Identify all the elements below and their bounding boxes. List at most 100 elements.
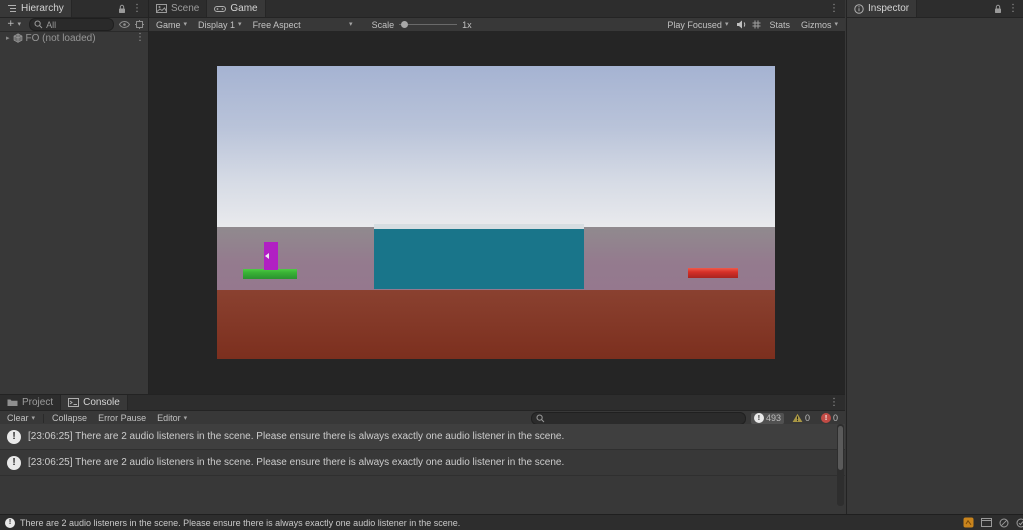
status-icons bbox=[963, 517, 1023, 528]
tab-label: Console bbox=[83, 397, 120, 408]
tab-game[interactable]: Game bbox=[207, 0, 266, 17]
status-message[interactable]: There are 2 audio listeners in the scene… bbox=[20, 518, 958, 528]
info-filter-toggle[interactable]: ! 493 bbox=[750, 412, 784, 424]
game-tabbar: Scene Game ⋮ bbox=[149, 0, 845, 18]
caret-down-icon: ▾ bbox=[349, 20, 353, 28]
scene-view-icon bbox=[156, 4, 167, 13]
unity-editor: { "icons": { "kebab": "⋮", "caret": "▾",… bbox=[0, 0, 1023, 530]
gamepad-icon bbox=[214, 5, 227, 13]
scale-label: Scale bbox=[371, 19, 395, 30]
editor-dropdown[interactable]: Editor ▾ bbox=[154, 413, 190, 423]
game-render[interactable] bbox=[217, 66, 775, 359]
game-menu-dropdown[interactable]: Game ▾ bbox=[153, 20, 190, 30]
console-search-field[interactable] bbox=[530, 411, 746, 425]
mute-audio-icon[interactable] bbox=[736, 20, 747, 29]
cache-server-disabled-icon[interactable] bbox=[999, 518, 1009, 528]
hierarchy-panel: Hierarchy ⋮ + ▾ All ▸ FO (not loaded) ⋮ bbox=[0, 0, 149, 394]
sky bbox=[217, 66, 775, 227]
stats-button[interactable]: Stats bbox=[766, 20, 793, 30]
info-icon: ! bbox=[5, 517, 15, 528]
hierarchy-icon bbox=[7, 4, 17, 13]
scene-item-label: FO (not loaded) bbox=[25, 32, 96, 44]
aspect-dropdown[interactable]: Free Aspect ▾ bbox=[250, 20, 356, 30]
caret-down-icon: ▾ bbox=[17, 20, 22, 28]
log-text: [23:06:25] There are 2 audio listeners i… bbox=[28, 457, 565, 468]
folder-icon bbox=[7, 398, 18, 407]
error-filter-toggle[interactable]: ! 0 bbox=[818, 413, 841, 424]
inspector-panel: Inspector ⋮ bbox=[846, 0, 1023, 514]
caret-down-icon: ▾ bbox=[724, 20, 729, 28]
item-kebab-icon[interactable]: ⋮ bbox=[135, 33, 145, 43]
lock-icon[interactable] bbox=[994, 4, 1002, 14]
collapse-button[interactable]: Collapse bbox=[49, 413, 90, 423]
search-icon bbox=[536, 414, 545, 423]
log-text: [23:06:25] There are 2 audio listeners i… bbox=[28, 431, 565, 442]
status-bar: ! There are 2 audio listeners in the sce… bbox=[0, 514, 1023, 530]
scale-slider[interactable] bbox=[399, 20, 458, 29]
tab-label: Inspector bbox=[868, 3, 910, 14]
hierarchy-toolbar: + ▾ All bbox=[0, 18, 148, 32]
console-log-entry[interactable]: ! [23:06:25] There are 2 audio listeners… bbox=[0, 450, 845, 476]
tabbar-spacer bbox=[72, 0, 112, 17]
scene-asset-icon bbox=[13, 33, 23, 43]
info-icon: ! bbox=[7, 429, 21, 444]
game-toolbar: Game ▾ Display 1 ▾ Free Aspect ▾ Scale 1… bbox=[149, 18, 845, 32]
error-pause-button[interactable]: Error Pause bbox=[95, 413, 149, 423]
expander-icon[interactable]: ▸ bbox=[6, 34, 10, 42]
progress-complete-icon[interactable] bbox=[1016, 518, 1023, 528]
scrollbar-thumb[interactable] bbox=[838, 426, 843, 470]
console-tabbar: Project Console ⋮ bbox=[0, 395, 845, 411]
metrics-grid-icon[interactable] bbox=[752, 20, 761, 29]
tab-project[interactable]: Project bbox=[0, 395, 62, 410]
teal-cube-front-face bbox=[374, 229, 584, 289]
caret-down-icon: ▾ bbox=[834, 20, 838, 28]
magenta-box bbox=[264, 242, 278, 270]
tabbar-spacer bbox=[266, 0, 823, 17]
lock-icon[interactable] bbox=[118, 4, 126, 14]
display-dropdown[interactable]: Display 1 ▾ bbox=[195, 20, 245, 30]
console-log-list: ! [23:06:25] There are 2 audio listeners… bbox=[0, 424, 845, 515]
kebab-menu-icon[interactable]: ⋮ bbox=[132, 3, 142, 14]
hierarchy-item-scene[interactable]: ▸ FO (not loaded) ⋮ bbox=[0, 32, 148, 44]
slider-thumb[interactable] bbox=[401, 21, 409, 28]
error-icon: ! bbox=[820, 413, 831, 423]
clear-button[interactable]: Clear ▾ bbox=[4, 413, 38, 423]
plus-icon: + bbox=[7, 19, 15, 29]
scene-picking-icon[interactable] bbox=[135, 20, 144, 29]
hierarchy-search-field[interactable]: All bbox=[29, 18, 114, 31]
console-scrollbar[interactable] bbox=[837, 424, 844, 506]
warning-icon bbox=[792, 413, 803, 423]
tab-console[interactable]: Console bbox=[61, 395, 128, 410]
play-focused-dropdown[interactable]: Play Focused ▾ bbox=[664, 20, 731, 30]
info-icon: ! bbox=[753, 413, 764, 423]
create-object-button[interactable]: + ▾ bbox=[4, 20, 24, 29]
search-scope-label: All bbox=[46, 19, 57, 30]
kebab-menu-icon[interactable]: ⋮ bbox=[829, 3, 839, 14]
caret-down-icon: ▾ bbox=[183, 20, 188, 28]
tab-label: Project bbox=[22, 397, 54, 408]
inspector-icon bbox=[854, 3, 864, 14]
info-count: 493 bbox=[765, 413, 781, 423]
caret-down-icon: ▾ bbox=[31, 413, 36, 422]
editor-window-icon[interactable] bbox=[981, 518, 992, 527]
kebab-menu-icon[interactable]: ⋮ bbox=[829, 397, 839, 408]
hierarchy-tree: ▸ FO (not loaded) ⋮ bbox=[0, 32, 148, 44]
green-platform bbox=[243, 269, 297, 279]
floor-front-face bbox=[217, 290, 775, 359]
tab-hierarchy[interactable]: Hierarchy bbox=[0, 0, 72, 17]
warning-count: 0 bbox=[804, 413, 810, 423]
tab-inspector[interactable]: Inspector bbox=[847, 0, 918, 17]
scene-visibility-icon[interactable] bbox=[119, 21, 130, 28]
tab-label: Scene bbox=[171, 3, 200, 14]
warning-filter-toggle[interactable]: 0 bbox=[789, 413, 813, 424]
gizmos-dropdown[interactable]: Gizmos ▾ bbox=[798, 20, 841, 30]
tab-label: Game bbox=[230, 3, 258, 14]
console-log-entry[interactable]: ! [23:06:25] There are 2 audio listeners… bbox=[0, 424, 845, 450]
tab-scene[interactable]: Scene bbox=[149, 0, 208, 17]
game-viewport bbox=[149, 31, 845, 394]
caret-down-icon: ▾ bbox=[238, 20, 242, 28]
console-search-input[interactable] bbox=[547, 413, 741, 423]
info-icon: ! bbox=[7, 455, 21, 470]
kebab-menu-icon[interactable]: ⋮ bbox=[1008, 3, 1018, 14]
activity-icon[interactable] bbox=[963, 517, 974, 528]
